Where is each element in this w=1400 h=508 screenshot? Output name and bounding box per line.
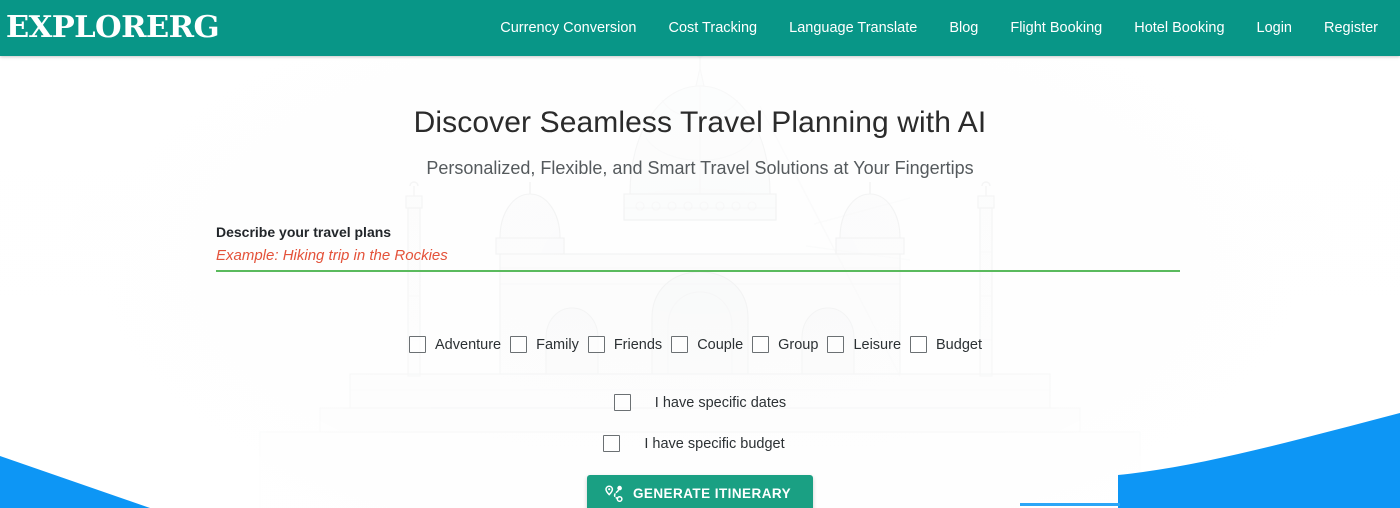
tag-option-couple[interactable]: Couple: [671, 336, 752, 353]
tag-label-budget: Budget: [936, 336, 982, 353]
generate-itinerary-row: GENERATE ITINERARY: [0, 475, 1400, 508]
tag-option-family[interactable]: Family: [510, 336, 588, 353]
travel-plans-label: Describe your travel plans: [216, 224, 392, 240]
nav-link-hotel-booking[interactable]: Hotel Booking: [1134, 14, 1224, 42]
travel-plans-input[interactable]: [216, 244, 1180, 272]
tag-label-couple: Couple: [697, 336, 744, 353]
checkbox-couple[interactable]: [671, 336, 689, 353]
checkbox-leisure[interactable]: [827, 336, 845, 353]
tag-label-adventure: Adventure: [435, 336, 502, 353]
page-subtitle: Personalized, Flexible, and Smart Travel…: [426, 158, 974, 178]
tag-label-leisure: Leisure: [853, 336, 902, 353]
tag-option-adventure[interactable]: Adventure: [409, 336, 510, 353]
specific-dates-row: I have specific dates: [0, 394, 1400, 411]
hero-section: Discover Seamless Travel Planning with A…: [0, 56, 1400, 179]
tag-label-group: Group: [778, 336, 819, 353]
checkbox-group[interactable]: [752, 336, 770, 353]
travel-tag-options: Adventure Family Friends Couple Group Le…: [0, 336, 1400, 353]
tag-option-friends[interactable]: Friends: [587, 336, 671, 353]
site-header: EXPLORERG Currency Conversion Cost Track…: [0, 0, 1400, 56]
nav-link-currency-conversion[interactable]: Currency Conversion: [500, 14, 636, 42]
specific-budget-row: I have specific budget: [0, 435, 1400, 452]
tag-option-leisure[interactable]: Leisure: [827, 336, 910, 353]
nav-link-register[interactable]: Register: [1324, 14, 1378, 42]
generate-itinerary-button[interactable]: GENERATE ITINERARY: [586, 475, 814, 508]
tag-option-budget[interactable]: Budget: [910, 336, 991, 353]
route-icon: [605, 485, 623, 502]
specific-budget-option[interactable]: I have specific budget: [603, 435, 785, 452]
label-specific-budget: I have specific budget: [644, 435, 785, 452]
tag-label-family: Family: [536, 336, 579, 353]
nav-link-cost-tracking[interactable]: Cost Tracking: [668, 14, 757, 42]
nav-link-login[interactable]: Login: [1257, 14, 1292, 42]
tag-option-group[interactable]: Group: [752, 336, 827, 353]
checkbox-adventure[interactable]: [409, 336, 427, 353]
nav-link-blog[interactable]: Blog: [949, 14, 978, 42]
page-root: EXPLORERG Currency Conversion Cost Track…: [0, 0, 1400, 508]
page-title: Discover Seamless Travel Planning with A…: [413, 106, 987, 139]
tag-label-friends: Friends: [613, 336, 663, 353]
specific-dates-option[interactable]: I have specific dates: [613, 394, 787, 411]
main-navigation: Currency Conversion Cost Tracking Langua…: [484, 14, 1400, 42]
checkbox-budget[interactable]: [910, 336, 928, 353]
checkbox-specific-dates[interactable]: [613, 394, 631, 411]
nav-link-language-translate[interactable]: Language Translate: [789, 14, 917, 42]
checkbox-specific-budget[interactable]: [603, 435, 621, 452]
checkbox-family[interactable]: [510, 336, 528, 353]
checkbox-friends[interactable]: [587, 336, 605, 353]
label-specific-dates: I have specific dates: [654, 394, 787, 411]
nav-link-flight-booking[interactable]: Flight Booking: [1010, 14, 1102, 42]
site-logo[interactable]: EXPLORERG: [6, 13, 220, 43]
generate-itinerary-label: GENERATE ITINERARY: [632, 486, 792, 501]
